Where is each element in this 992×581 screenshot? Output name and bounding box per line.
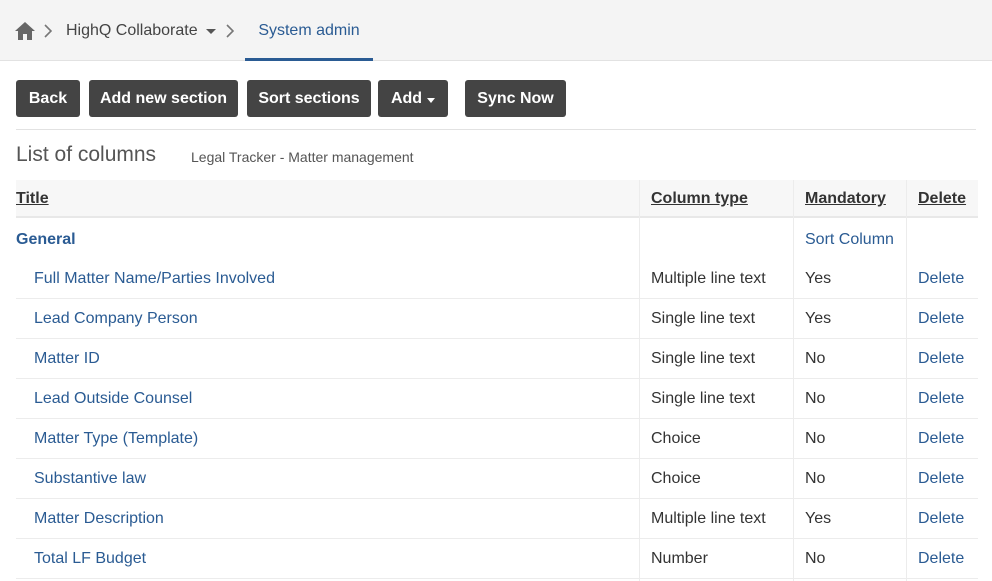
add-dropdown-button[interactable]: Add: [378, 80, 448, 117]
caret-down-icon: [427, 97, 436, 103]
column-type: Single line text: [651, 350, 756, 367]
breadcrumb-app-label: HighQ Collaborate: [66, 21, 198, 39]
delete-link[interactable]: Delete: [918, 539, 964, 579]
home-icon[interactable]: [14, 0, 36, 61]
breadcrumb-system-admin[interactable]: System admin: [245, 0, 373, 61]
column-type: Choice: [651, 470, 701, 487]
add-new-section-button[interactable]: Add new section: [89, 80, 238, 117]
section-general[interactable]: General: [16, 231, 76, 249]
sync-now-button[interactable]: Sync Now: [465, 80, 566, 117]
chevron-right-icon: [226, 0, 236, 61]
page-title: List of columns: [16, 143, 157, 166]
column-type: Single line text: [651, 310, 756, 327]
column-type: Single line text: [651, 390, 756, 407]
column-mandatory: Yes: [805, 310, 832, 327]
add-button-label: Add: [390, 89, 423, 107]
column-mandatory: Yes: [805, 270, 832, 287]
delete-link[interactable]: Delete: [918, 339, 964, 379]
table-row: Substantive law Choice No Delete: [16, 459, 978, 499]
column-type: Choice: [651, 430, 701, 447]
column-mandatory: No: [805, 350, 826, 367]
delete-link[interactable]: Delete: [918, 419, 964, 459]
delete-link[interactable]: Delete: [918, 379, 964, 419]
table-row: Total LF Budget Number No Delete: [16, 539, 978, 579]
sort-sections-button[interactable]: Sort sections: [247, 80, 371, 117]
header-mandatory[interactable]: Mandatory: [805, 180, 886, 218]
column-title-link[interactable]: Substantive law: [34, 459, 146, 499]
column-type: Number: [651, 550, 708, 567]
back-button[interactable]: Back: [16, 80, 80, 117]
column-type: Multiple line text: [651, 510, 766, 527]
column-mandatory: No: [805, 550, 826, 567]
column-title-link[interactable]: Matter Description: [34, 499, 164, 539]
column-mandatory: No: [805, 430, 826, 447]
table-row: Matter ID Single line text No Delete: [16, 339, 978, 379]
column-mandatory: Yes: [805, 510, 832, 527]
divider: [16, 129, 976, 130]
column-title-link[interactable]: Matter ID: [34, 339, 100, 379]
column-title-link[interactable]: Lead Outside Counsel: [34, 379, 192, 419]
header-delete[interactable]: Delete: [918, 180, 966, 218]
table-row: Lead Company Person Single line text Yes…: [16, 299, 978, 339]
header-column-type[interactable]: Column type: [651, 180, 748, 218]
column-mandatory: No: [805, 470, 826, 487]
chevron-right-icon: [44, 0, 54, 61]
column-title-link[interactable]: Full Matter Name/Parties Involved: [34, 259, 275, 299]
sort-column-link[interactable]: Sort Column: [805, 231, 894, 249]
breadcrumb-app-dropdown[interactable]: HighQ Collaborate: [66, 0, 216, 61]
page-subtitle: Legal Tracker - Matter management: [191, 149, 414, 165]
caret-down-icon: [205, 29, 216, 34]
column-mandatory: No: [805, 390, 826, 407]
delete-link[interactable]: Delete: [918, 259, 964, 299]
table-header: Title Column type Mandatory Delete: [16, 180, 978, 218]
column-title-link[interactable]: Total LF Budget: [34, 539, 146, 579]
table-row: Lead Outside Counsel Single line text No…: [16, 379, 978, 419]
table-row: Matter Type (Template) Choice No Delete: [16, 419, 978, 459]
delete-link[interactable]: Delete: [918, 499, 964, 539]
delete-link[interactable]: Delete: [918, 299, 964, 339]
column-title-link[interactable]: Lead Company Person: [34, 299, 198, 339]
table-row: Matter Description Multiple line text Ye…: [16, 499, 978, 539]
header-title[interactable]: Title: [16, 180, 49, 218]
column-type: Multiple line text: [651, 270, 766, 287]
breadcrumb-bar: HighQ Collaborate System admin: [0, 0, 992, 61]
table-row: Full Matter Name/Parties Involved Multip…: [16, 259, 978, 299]
column-title-link[interactable]: Matter Type (Template): [34, 419, 198, 459]
delete-link[interactable]: Delete: [918, 459, 964, 499]
